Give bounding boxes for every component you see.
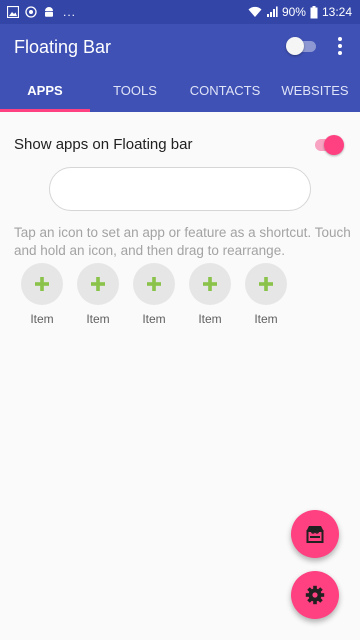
plus-icon <box>35 277 49 291</box>
more-options-icon[interactable] <box>330 34 350 58</box>
sync-notification-icon <box>25 6 37 18</box>
shortcut-items: Item Item Item Item Item <box>21 263 287 326</box>
android-notification-icon <box>45 7 53 17</box>
shortcut-item[interactable]: Item <box>77 263 119 326</box>
shortcut-item-label: Item <box>86 312 110 326</box>
store-icon <box>306 526 324 543</box>
plus-icon <box>203 277 217 291</box>
app-bar: Floating Bar APPS TOOLS CONTACTS WEBSITE… <box>0 24 360 112</box>
wifi-icon <box>248 6 262 17</box>
tab-websites[interactable]: WEBSITES <box>270 68 360 112</box>
floating-bar-preview <box>49 167 311 211</box>
tab-apps[interactable]: APPS <box>0 68 90 112</box>
add-shortcut-button[interactable] <box>133 263 175 305</box>
instructions-text: Tap an icon to set an app or feature as … <box>14 225 351 258</box>
toggle-thumb <box>286 37 304 55</box>
add-shortcut-button[interactable] <box>77 263 119 305</box>
status-icons: 90% 13:24 <box>248 5 352 19</box>
add-shortcut-button[interactable] <box>245 263 287 305</box>
settings-fab-button[interactable] <box>291 571 339 619</box>
floating-bar-enable-toggle[interactable] <box>286 37 316 55</box>
gallery-notification-icon <box>7 6 19 18</box>
shortcut-item-label: Item <box>142 312 166 326</box>
show-apps-toggle[interactable] <box>313 135 345 155</box>
battery-percent: 90% <box>281 5 306 19</box>
notification-icons: ... <box>7 5 76 19</box>
shortcut-item-label: Item <box>30 312 54 326</box>
shortcut-item[interactable]: Item <box>245 263 287 326</box>
show-apps-label: Show apps on Floating bar <box>14 136 193 153</box>
more-notifications-indicator: ... <box>63 5 77 19</box>
plus-icon <box>259 277 273 291</box>
settings-gear-icon <box>305 585 325 605</box>
shortcut-item[interactable]: Item <box>133 263 175 326</box>
add-shortcut-button[interactable] <box>189 263 231 305</box>
status-bar: ... 90% 13:24 <box>0 0 360 24</box>
shortcut-item-label: Item <box>198 312 222 326</box>
battery-icon <box>310 5 318 18</box>
plus-icon <box>147 277 161 291</box>
tab-bar: APPS TOOLS CONTACTS WEBSITES <box>0 68 360 112</box>
shortcut-item[interactable]: Item <box>189 263 231 326</box>
tab-tools[interactable]: TOOLS <box>90 68 180 112</box>
shortcut-item[interactable]: Item <box>21 263 63 326</box>
store-fab-button[interactable] <box>291 510 339 558</box>
clock: 13:24 <box>321 5 352 19</box>
apps-tab-content: Show apps on Floating bar Tap an icon to… <box>0 112 360 640</box>
add-shortcut-button[interactable] <box>21 263 63 305</box>
plus-icon <box>91 277 105 291</box>
toggle-thumb <box>324 135 344 155</box>
app-title: Floating Bar <box>14 37 112 57</box>
shortcut-item-label: Item <box>254 312 278 326</box>
tab-contacts[interactable]: CONTACTS <box>180 68 270 112</box>
signal-icon <box>266 6 278 17</box>
